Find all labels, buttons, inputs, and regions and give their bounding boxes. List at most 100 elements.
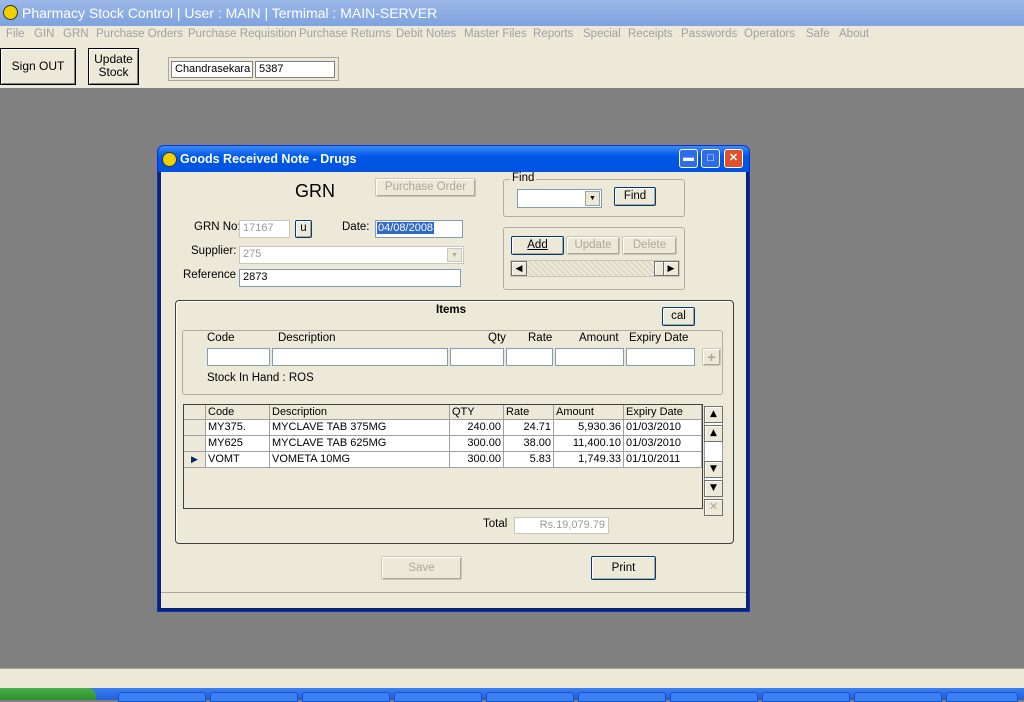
menu-operators[interactable]: Operators <box>744 28 795 40</box>
chevron-down-icon[interactable]: ▼ <box>585 191 600 206</box>
menu-grn[interactable]: GRN <box>63 28 89 40</box>
row-selector[interactable] <box>184 420 206 436</box>
grid-header-expiry: Expiry Date <box>624 405 702 420</box>
record-scrollbar[interactable]: ◀ ▶ <box>510 260 680 277</box>
menu-about[interactable]: About <box>839 28 869 40</box>
stock-in-hand: Stock In Hand : ROS <box>207 372 314 384</box>
entry-description-header: Description <box>278 332 336 344</box>
last-record-icon[interactable]: ▼ <box>704 480 723 497</box>
minimize-icon[interactable]: ▬ <box>679 149 698 168</box>
menu-reports[interactable]: Reports <box>533 28 573 40</box>
remove-item-icon[interactable]: ✕ <box>704 499 723 516</box>
start-button[interactable] <box>0 688 96 700</box>
grid-header-amount: Amount <box>554 405 624 420</box>
entry-code-header: Code <box>207 332 235 344</box>
taskbar-item[interactable] <box>394 692 482 702</box>
entry-rate-header: Rate <box>528 332 553 344</box>
grid-corner <box>184 405 206 420</box>
grn-no-label: GRN No: <box>194 221 241 233</box>
grn-no-field[interactable]: 17167 <box>239 220 290 238</box>
table-cell-amount[interactable]: 5,930.36 <box>554 420 624 436</box>
current-row-arrow-icon[interactable]: ▶ <box>184 452 206 468</box>
table-cell-description[interactable]: MYCLAVE TAB 375MG <box>270 420 450 436</box>
taskbar-item[interactable] <box>762 692 850 702</box>
save-button[interactable]: Save <box>381 556 462 580</box>
dialog-title: Goods Received Note - Drugs <box>180 152 357 166</box>
menu-receipts[interactable]: Receipts <box>628 28 673 40</box>
table-cell-amount[interactable]: 11,400.10 <box>554 436 624 452</box>
entry-amount-input[interactable] <box>555 348 624 366</box>
purchase-order-button[interactable]: Purchase Order <box>375 178 476 197</box>
delete-button[interactable]: Delete <box>622 236 677 255</box>
dialog-status-divider <box>161 592 746 593</box>
table-cell-expiry[interactable]: 01/03/2010 <box>624 420 702 436</box>
table-cell-rate[interactable]: 24.71 <box>504 420 554 436</box>
entry-qty-header: Qty <box>488 332 506 344</box>
date-field[interactable]: 04/08/2008 <box>375 220 463 238</box>
status-bar <box>0 668 1024 688</box>
taskbar-item[interactable] <box>118 692 206 702</box>
taskbar-item[interactable] <box>946 692 1018 702</box>
taskbar-item[interactable] <box>670 692 758 702</box>
row-selector[interactable] <box>184 436 206 452</box>
u-button[interactable]: u <box>295 220 312 238</box>
table-cell-code[interactable]: VOMT <box>206 452 270 468</box>
find-select[interactable]: ▼ <box>517 189 602 208</box>
table-cell-qty[interactable]: 300.00 <box>450 436 504 452</box>
scroll-left-icon[interactable]: ◀ <box>511 261 527 276</box>
dialog-title-bar[interactable]: Goods Received Note - Drugs ▬ □ ✕ <box>158 146 749 172</box>
table-cell-description[interactable]: VOMETA 10MG <box>270 452 450 468</box>
menu-purchase-returns[interactable]: Purchase Returns <box>299 28 391 40</box>
find-button[interactable]: Find <box>614 187 656 206</box>
user-name-field: Chandrasekara <box>171 61 253 78</box>
entry-qty-input[interactable] <box>450 348 504 366</box>
menu-gin[interactable]: GIN <box>34 28 54 40</box>
entry-rate-input[interactable] <box>506 348 553 366</box>
table-cell-expiry[interactable]: 01/03/2010 <box>624 436 702 452</box>
previous-record-icon[interactable]: ▲ <box>704 425 723 442</box>
table-cell-rate[interactable]: 5.83 <box>504 452 554 468</box>
taskbar-item[interactable] <box>854 692 942 702</box>
sign-out-button[interactable]: Sign OUT <box>0 48 76 85</box>
entry-description-input[interactable] <box>272 348 448 366</box>
entry-expiry-header: Expiry Date <box>629 332 689 344</box>
menu-debit-notes[interactable]: Debit Notes <box>396 28 456 40</box>
chevron-down-icon[interactable]: ▼ <box>447 248 462 262</box>
update-button[interactable]: Update <box>566 236 620 255</box>
close-icon[interactable]: ✕ <box>724 149 743 168</box>
table-cell-expiry[interactable]: 01/10/2011 <box>624 452 702 468</box>
menu-purchase-requisition[interactable]: Purchase Requisition <box>188 28 297 40</box>
taskbar-item[interactable] <box>210 692 298 702</box>
table-cell-code[interactable]: MY625 <box>206 436 270 452</box>
reference-field[interactable]: 2873 <box>239 269 461 287</box>
update-stock-button[interactable]: Update Stock <box>88 48 139 85</box>
print-button[interactable]: Print <box>591 556 656 580</box>
taskbar-item[interactable] <box>302 692 390 702</box>
menu-passwords[interactable]: Passwords <box>681 28 737 40</box>
menu-safe[interactable]: Safe <box>806 28 830 40</box>
taskbar-item[interactable] <box>578 692 666 702</box>
add-button[interactable]: Add <box>511 236 564 255</box>
table-cell-qty[interactable]: 300.00 <box>450 452 504 468</box>
menu-purchase-orders[interactable]: Purchase Orders <box>96 28 183 40</box>
first-record-icon[interactable]: ▲ <box>704 406 723 423</box>
table-cell-description[interactable]: MYCLAVE TAB 625MG <box>270 436 450 452</box>
items-title: Items <box>436 304 467 316</box>
add-item-icon[interactable]: + <box>702 348 721 366</box>
grid-header-description: Description <box>270 405 450 420</box>
menu-file[interactable]: File <box>6 28 25 40</box>
scroll-right-icon[interactable]: ▶ <box>663 261 679 276</box>
menu-special[interactable]: Special <box>583 28 621 40</box>
table-cell-qty[interactable]: 240.00 <box>450 420 504 436</box>
table-cell-rate[interactable]: 38.00 <box>504 436 554 452</box>
supplier-select[interactable]: 275 ▼ <box>239 246 464 264</box>
next-record-icon[interactable]: ▼ <box>704 461 723 478</box>
menu-master-files[interactable]: Master Files <box>464 28 527 40</box>
table-cell-amount[interactable]: 1,749.33 <box>554 452 624 468</box>
table-cell-code[interactable]: MY375. <box>206 420 270 436</box>
entry-expiry-input[interactable] <box>626 348 695 366</box>
maximize-icon[interactable]: □ <box>701 149 720 168</box>
entry-code-input[interactable] <box>207 348 270 366</box>
cal-button[interactable]: cal <box>662 307 695 326</box>
taskbar-item[interactable] <box>486 692 574 702</box>
